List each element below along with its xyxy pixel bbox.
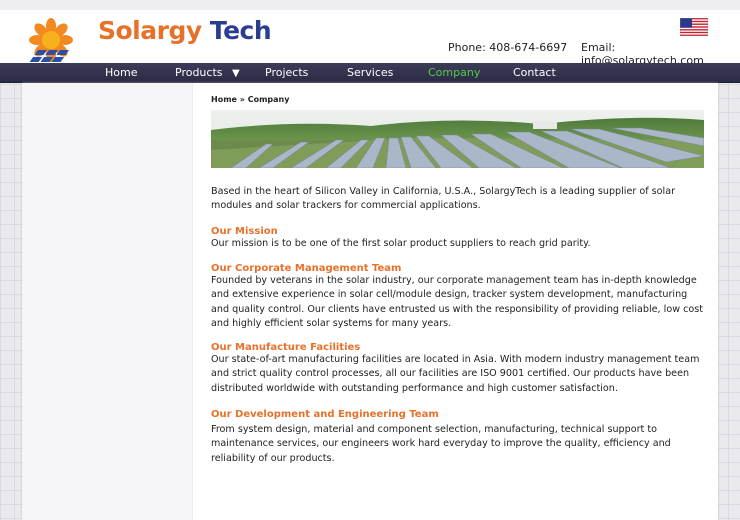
nav-products[interactable]: Products ▼ — [175, 66, 240, 79]
nav-home[interactable]: Home — [105, 66, 137, 79]
nav-company[interactable]: Company — [428, 66, 480, 79]
dropdown-arrow-icon: ▼ — [232, 68, 240, 79]
nav-services[interactable]: Services — [347, 66, 393, 79]
section-body-mission: Our mission is to be one of the first so… — [211, 237, 706, 251]
site-header: Solargy Tech Phone: 408-674-6697 Email: … — [0, 0, 740, 69]
solar-farm-banner-image — [211, 110, 704, 168]
header-top-strip — [0, 0, 740, 10]
nav-projects[interactable]: Projects — [265, 66, 308, 79]
section-heading-facilities: Our Manufacture Facilities — [211, 342, 361, 353]
brand-name-part2: Tech — [201, 16, 272, 45]
breadcrumb-separator: » — [236, 95, 248, 104]
section-body-engineering: From system design, material and compone… — [211, 423, 706, 466]
section-heading-management: Our Corporate Management Team — [211, 263, 402, 274]
main-navigation: Home Products ▼ Projects Services Compan… — [0, 63, 740, 83]
engineering-text: From system design, material and compone… — [211, 424, 671, 464]
nav-contact[interactable]: Contact — [513, 66, 556, 79]
intro-paragraph: Based in the heart of Silicon Valley in … — [211, 185, 706, 214]
intro-text: Based in the heart of Silicon Valley in … — [211, 186, 676, 212]
management-text: Founded by veterans in the solar industr… — [211, 275, 703, 330]
brand-logo-text[interactable]: Solargy Tech — [98, 16, 272, 45]
section-body-facilities: Our state-of-art manufacturing facilitie… — [211, 353, 706, 396]
breadcrumb-current: Company — [247, 95, 290, 104]
breadcrumb-home[interactable]: Home — [211, 95, 237, 104]
section-body-management: Founded by veterans in the solar industr… — [211, 274, 706, 332]
facilities-text: Our state-of-art manufacturing facilitie… — [211, 354, 700, 394]
section-heading-mission: Our Mission — [211, 226, 278, 237]
us-flag-icon[interactable] — [680, 18, 708, 36]
nav-products-label: Products — [175, 66, 223, 79]
phone-number: Phone: 408-674-6697 — [448, 41, 568, 54]
section-heading-engineering: Our Development and Engineering Team — [211, 409, 439, 420]
brand-name-part1: Solargy — [98, 16, 202, 45]
breadcrumb: Home » Company — [211, 95, 289, 104]
mission-text: Our mission is to be one of the first so… — [211, 238, 591, 249]
sidebar — [22, 83, 193, 520]
